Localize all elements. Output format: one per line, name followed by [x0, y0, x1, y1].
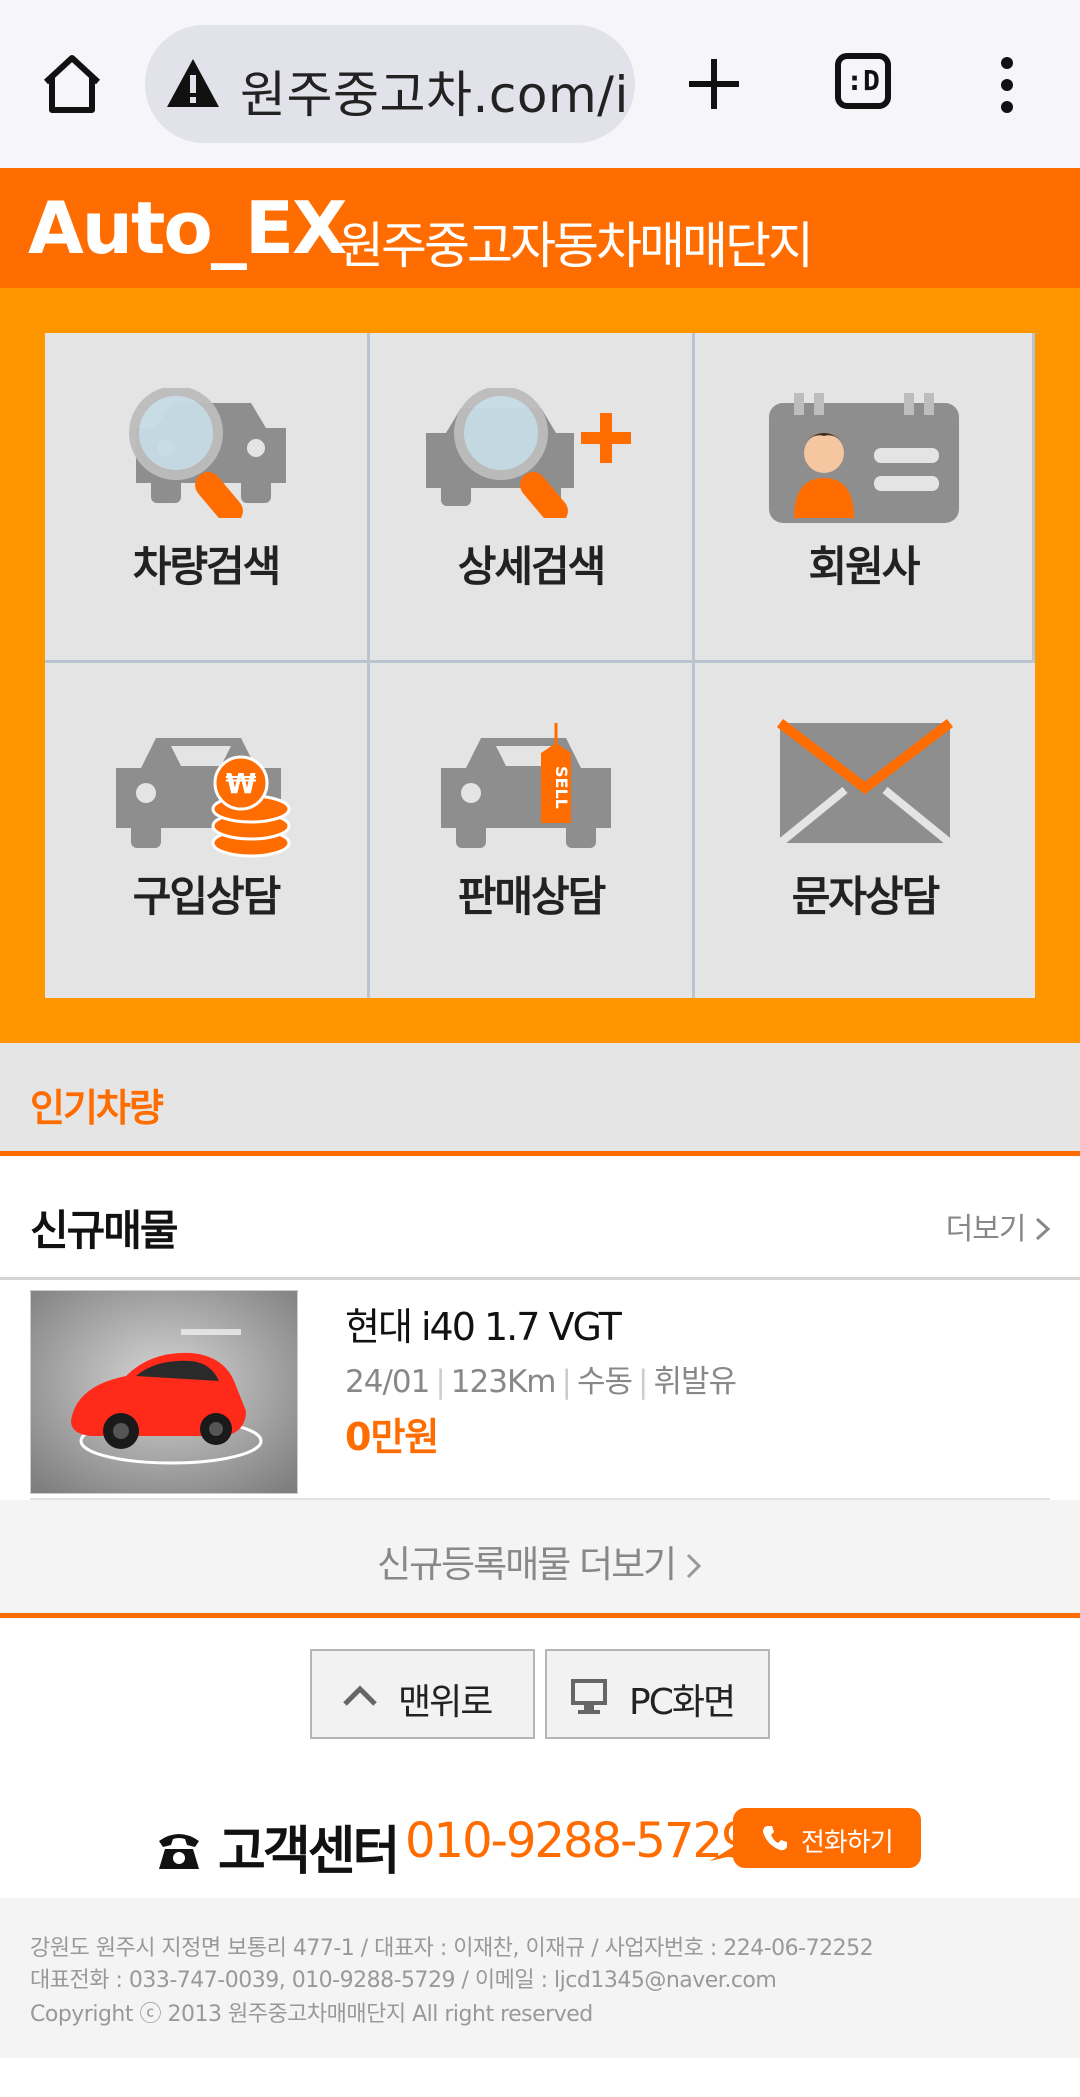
menu-label: 상세검색	[457, 542, 607, 591]
menu-sale-consult[interactable]: SELL 판매상담	[370, 663, 695, 998]
customer-center-phone[interactable]: 010-9288-5729	[405, 1813, 752, 1869]
footer-copyright: Copyright ⓒ 2013 원주중고차매매단지 All right res…	[30, 2002, 593, 2027]
sell-tag-text: SELL	[552, 766, 571, 809]
more-new-listings-button[interactable]: 신규등록매물 더보기	[0, 1500, 1080, 1618]
tab-switcher-button[interactable]: :D	[835, 53, 891, 109]
menu-label: 회원사	[808, 542, 921, 591]
scroll-top-button[interactable]: 맨위로	[310, 1649, 535, 1739]
monitor-icon	[571, 1679, 607, 1714]
menu-purchase-consult[interactable]: ₩ 구입상담	[45, 663, 370, 998]
car-sell-tag-icon: SELL	[441, 723, 611, 848]
quick-menu: 차량검색 상세검색 회원사 ₩ 구입상담 SELL 판매상담 문자상담	[0, 288, 1080, 1043]
car-transmission: 수동	[576, 1364, 633, 1400]
new-listings-title: 신규매물	[30, 1206, 179, 1255]
menu-car-search[interactable]: 차량검색	[45, 333, 370, 663]
car-fuel: 휘발유	[653, 1364, 737, 1400]
more-label: 더보기	[945, 1212, 1027, 1247]
won-symbol: ₩	[226, 767, 257, 800]
car-mileage: 123Km	[450, 1364, 557, 1400]
menu-sms-consult[interactable]: 문자상담	[695, 663, 1035, 998]
car-photo[interactable]	[30, 1290, 298, 1494]
customer-center: 고객센터 010-9288-5729 전화하기	[0, 1805, 1080, 1895]
browser-toolbar: 원주중고차.com/i :D	[0, 0, 1080, 168]
menu-label: 판매상담	[457, 872, 607, 921]
phone-icon	[159, 1834, 199, 1869]
address-bar[interactable]: 원주중고차.com/i	[145, 25, 635, 143]
site-title[interactable]: 원주중고자동차매매단지	[338, 206, 814, 278]
warning-icon[interactable]	[165, 55, 221, 111]
footer-address: 강원도 원주시 지정면 보통리 477-1 / 대표자 : 이재찬, 이재규 /…	[30, 1936, 874, 1961]
site-header: Auto_EX 원주중고자동차매매단지	[0, 168, 1080, 288]
menu-members[interactable]: 회원사	[695, 333, 1035, 663]
detail-search-icon	[426, 388, 631, 518]
footer-contact: 대표전화 : 033-747-0039, 010-9288-5729 / 이메일…	[30, 1968, 777, 1993]
car-search-icon	[129, 388, 286, 518]
popular-title[interactable]: 인기차량	[30, 1077, 164, 1132]
url-text[interactable]: 원주중고차.com/i	[240, 55, 629, 127]
more-new-listings-label: 신규등록매물 더보기	[377, 1543, 677, 1586]
new-listings-header: 신규매물 더보기	[0, 1161, 1080, 1280]
menu-grid: 차량검색 상세검색 회원사 ₩ 구입상담 SELL 판매상담 문자상담	[45, 333, 1035, 998]
new-tab-icon[interactable]	[685, 55, 743, 113]
menu-label: 구입상담	[132, 872, 282, 921]
call-button-label: 전화하기	[801, 1828, 894, 1858]
menu-label: 문자상담	[791, 872, 941, 921]
chevron-right-icon	[1035, 1217, 1051, 1241]
popular-section: 인기차량	[0, 1043, 1080, 1156]
site-logo[interactable]: Auto_EX	[28, 186, 348, 270]
member-card-icon	[768, 393, 959, 523]
footer: 강원도 원주시 지정면 보통리 477-1 / 대표자 : 이재찬, 이재규 /…	[0, 1898, 1080, 2058]
car-specs: 24/01 | 123Km | 수동 | 휘발유	[345, 1364, 737, 1400]
chevron-up-icon	[343, 1685, 377, 1706]
more-link[interactable]: 더보기	[946, 1204, 1052, 1248]
home-icon[interactable]	[38, 50, 106, 118]
handset-icon	[763, 1826, 787, 1851]
menu-detail-search[interactable]: 상세검색	[370, 333, 695, 663]
scroll-top-label: 맨위로	[398, 1682, 493, 1723]
customer-center-label: 고객센터	[218, 1822, 400, 1882]
menu-label: 차량검색	[132, 542, 282, 591]
call-button[interactable]: 전화하기	[733, 1808, 921, 1868]
pc-view-button[interactable]: PC화면	[545, 1649, 770, 1739]
listing-item[interactable]: 현대 i40 1.7 VGT 24/01 | 123Km | 수동 | 휘발유 0만원	[30, 1282, 1050, 1500]
envelope-icon	[776, 719, 954, 847]
car-coins-icon: ₩	[116, 738, 291, 858]
car-year: 24/01	[345, 1364, 430, 1400]
car-name[interactable]: 현대 i40 1.7 VGT	[345, 1296, 622, 1351]
more-options-icon[interactable]	[995, 55, 1019, 115]
car-price: 0만원	[345, 1415, 439, 1459]
chevron-right-icon	[686, 1553, 702, 1579]
pc-view-label: PC화면	[629, 1682, 736, 1723]
